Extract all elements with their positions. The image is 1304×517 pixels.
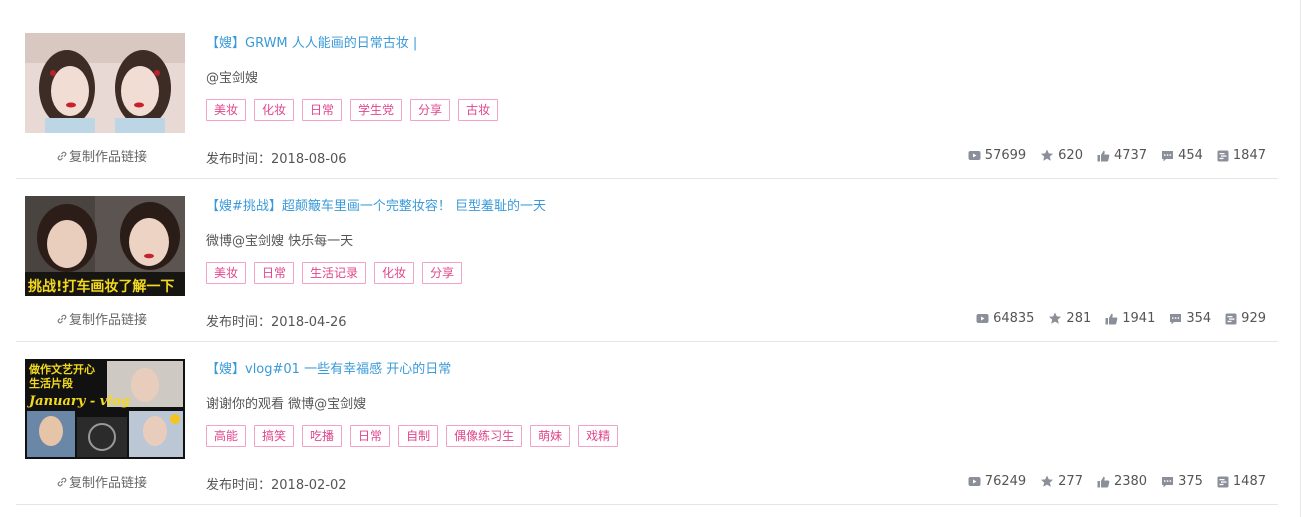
tag[interactable]: 美妆 bbox=[206, 99, 247, 121]
copy-link-label: 复制作品链接 bbox=[69, 313, 148, 328]
tag[interactable]: 化妆 bbox=[254, 99, 295, 121]
comment-count: 354 bbox=[1169, 311, 1211, 326]
thumb-caption: 挑战!打车画妆了解一下 bbox=[28, 278, 174, 295]
comment-icon bbox=[1162, 476, 1174, 487]
tag[interactable]: 搞笑 bbox=[254, 425, 295, 447]
tag[interactable]: 日常 bbox=[254, 262, 295, 284]
video-description: 微博@宝剑嫂 快乐每一天 bbox=[206, 234, 354, 249]
copy-link-button[interactable]: 复制作品链接 bbox=[56, 309, 147, 328]
link-icon bbox=[57, 151, 67, 160]
publish-date: 发布时间：2018-08-06 bbox=[206, 148, 347, 167]
danmaku-icon bbox=[1217, 150, 1229, 161]
tag[interactable]: 高能 bbox=[206, 425, 247, 447]
publish-date: 发布时间：2018-04-26 bbox=[206, 311, 347, 330]
tag[interactable]: 分享 bbox=[422, 262, 463, 284]
star-icon bbox=[1041, 149, 1054, 161]
play-icon bbox=[968, 477, 981, 486]
like-count: 2380 bbox=[1097, 474, 1147, 489]
play-icon bbox=[968, 151, 981, 160]
panel-border bbox=[1300, 0, 1301, 517]
video-list: 复制作品链接 【嫂】GRWM 人人能画的日常古妆 | @宝剑嫂 美妆 化妆 日常… bbox=[16, 16, 1278, 505]
thumbs-up-icon bbox=[1105, 313, 1118, 324]
date-value: 2018-04-26 bbox=[271, 315, 347, 330]
video-title[interactable]: 【嫂】vlog#01 一些有幸福感 开心的日常 bbox=[206, 358, 451, 377]
tag[interactable]: 学生党 bbox=[350, 99, 403, 121]
play-count: 64835 bbox=[976, 311, 1034, 326]
comment-count: 454 bbox=[1161, 148, 1203, 163]
tag[interactable]: 生活记录 bbox=[302, 262, 367, 284]
danmaku-count: 1487 bbox=[1217, 474, 1266, 489]
thumbs-up-icon bbox=[1097, 150, 1110, 161]
tag[interactable]: 萌妹 bbox=[530, 425, 571, 447]
stats-bar: 57699 620 4737 454 1847 bbox=[954, 148, 1266, 163]
video-item: 挑战!打车画妆了解一下 复制作品链接 【嫂#挑战】超颠簸车里画一个完整妆容！ 巨… bbox=[16, 179, 1278, 342]
video-thumbnail[interactable]: 做作文艺开心 生活片段 January - vlog bbox=[25, 359, 185, 459]
danmaku-icon bbox=[1217, 476, 1229, 487]
thumb-caption-2: 生活片段 bbox=[29, 376, 73, 390]
tag[interactable]: 日常 bbox=[350, 425, 391, 447]
play-count: 76249 bbox=[968, 474, 1026, 489]
play-count: 57699 bbox=[968, 148, 1026, 163]
tag-list: 美妆 化妆 日常 学生党 分享 古妆 bbox=[206, 99, 506, 121]
tag[interactable]: 分享 bbox=[410, 99, 451, 121]
copy-link-button[interactable]: 复制作品链接 bbox=[56, 146, 147, 165]
star-icon bbox=[1041, 475, 1054, 487]
tag[interactable]: 自制 bbox=[398, 425, 439, 447]
date-prefix: 发布时间： bbox=[206, 478, 272, 493]
favorite-count: 620 bbox=[1040, 148, 1083, 163]
video-thumbnail[interactable] bbox=[25, 33, 185, 133]
date-prefix: 发布时间： bbox=[206, 315, 272, 330]
video-description: 谢谢你的观看 微博@宝剑嫂 bbox=[206, 397, 367, 412]
tag[interactable]: 偶像练习生 bbox=[446, 425, 523, 447]
video-list-page: 复制作品链接 【嫂】GRWM 人人能画的日常古妆 | @宝剑嫂 美妆 化妆 日常… bbox=[0, 0, 1304, 517]
link-icon bbox=[57, 314, 67, 323]
video-title[interactable]: 【嫂】GRWM 人人能画的日常古妆 | bbox=[206, 32, 417, 51]
danmaku-count: 1847 bbox=[1217, 148, 1266, 163]
tag[interactable]: 化妆 bbox=[374, 262, 415, 284]
video-title[interactable]: 【嫂#挑战】超颠簸车里画一个完整妆容！ 巨型羞耻的一天 bbox=[206, 195, 546, 214]
tag-list: 美妆 日常 生活记录 化妆 分享 bbox=[206, 262, 470, 284]
stats-bar: 76249 277 2380 375 1487 bbox=[954, 474, 1266, 489]
danmaku-icon bbox=[1225, 313, 1237, 324]
play-icon bbox=[976, 314, 989, 323]
tag-list: 高能 搞笑 吃播 日常 自制 偶像练习生 萌妹 戏精 bbox=[206, 425, 626, 447]
favorite-count: 281 bbox=[1048, 311, 1091, 326]
comment-icon bbox=[1170, 313, 1182, 324]
video-description: @宝剑嫂 bbox=[206, 71, 259, 86]
tag[interactable]: 古妆 bbox=[458, 99, 499, 121]
publish-date: 发布时间：2018-02-02 bbox=[206, 474, 347, 493]
tag[interactable]: 吃播 bbox=[302, 425, 343, 447]
copy-link-label: 复制作品链接 bbox=[69, 150, 148, 165]
link-icon bbox=[57, 477, 67, 486]
tag[interactable]: 日常 bbox=[302, 99, 343, 121]
copy-link-label: 复制作品链接 bbox=[69, 476, 148, 491]
like-count: 1941 bbox=[1105, 311, 1155, 326]
tag[interactable]: 戏精 bbox=[578, 425, 619, 447]
star-icon bbox=[1049, 312, 1062, 324]
danmaku-count: 929 bbox=[1225, 311, 1266, 326]
tag[interactable]: 美妆 bbox=[206, 262, 247, 284]
video-item: 复制作品链接 【嫂】GRWM 人人能画的日常古妆 | @宝剑嫂 美妆 化妆 日常… bbox=[16, 16, 1278, 179]
stats-bar: 64835 281 1941 354 929 bbox=[962, 311, 1266, 326]
copy-link-button[interactable]: 复制作品链接 bbox=[56, 472, 147, 491]
video-item: 做作文艺开心 生活片段 January - vlog 复制作品链接 【嫂】vlo… bbox=[16, 342, 1278, 505]
date-value: 2018-02-02 bbox=[271, 478, 347, 493]
favorite-count: 277 bbox=[1040, 474, 1083, 489]
date-value: 2018-08-06 bbox=[271, 152, 347, 167]
comment-icon bbox=[1162, 150, 1174, 161]
comment-count: 375 bbox=[1161, 474, 1203, 489]
date-prefix: 发布时间： bbox=[206, 152, 272, 167]
like-count: 4737 bbox=[1097, 148, 1147, 163]
thumb-caption-1: 做作文艺开心 bbox=[28, 362, 95, 376]
thumbs-up-icon bbox=[1097, 476, 1110, 487]
video-thumbnail[interactable]: 挑战!打车画妆了解一下 bbox=[25, 196, 185, 296]
thumb-caption-3: January - vlog bbox=[26, 394, 130, 409]
